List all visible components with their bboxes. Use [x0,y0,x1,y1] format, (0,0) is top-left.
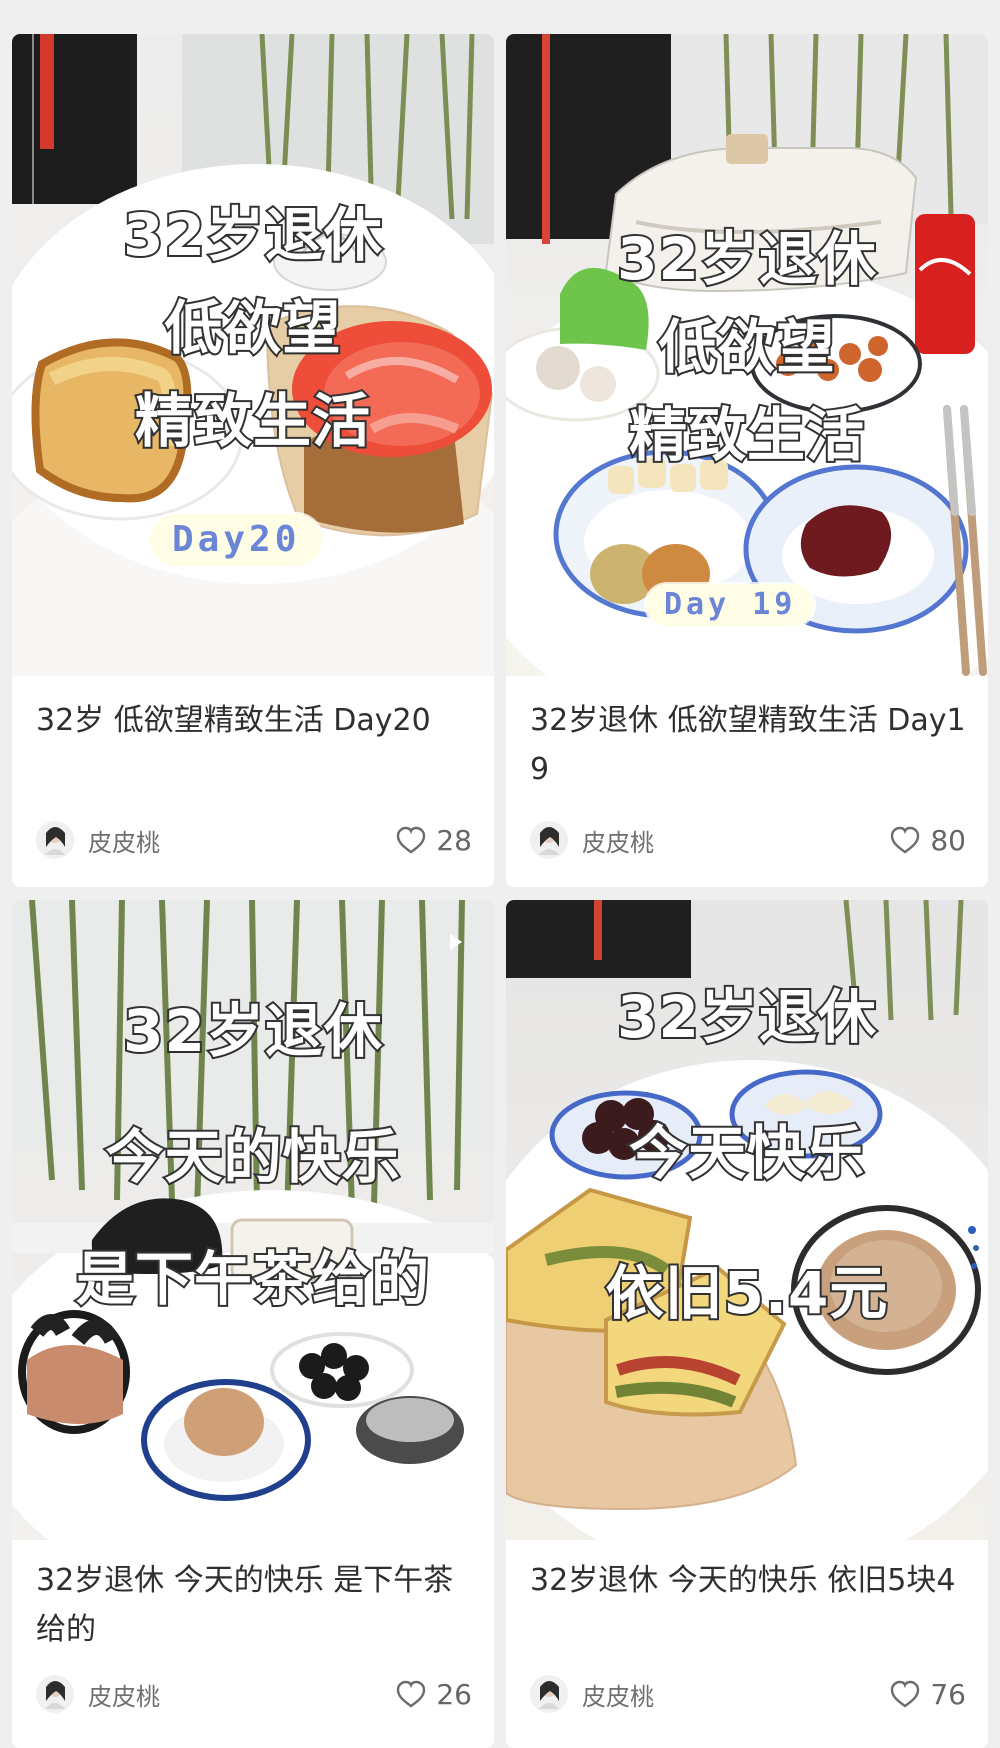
post-cover-image[interactable]: 32岁退休 今天的快乐 是下午茶给的 [12,900,494,1540]
overlay-line-2: 今天快乐 [627,1117,866,1189]
overlay-line-3: 精致生活 [133,385,372,457]
author-info[interactable]: 皮皮桃 [36,821,160,859]
author-name[interactable]: 皮皮桃 [88,1677,160,1712]
overlay-line-3: 精致生活 [627,399,866,471]
post-title[interactable]: 32岁退休 低欲望精致生活 Day19 [530,696,968,794]
post-cover-image[interactable]: 32岁退休 低欲望 精致生活 Day20 [12,34,494,676]
avatar[interactable] [530,1675,568,1713]
post-title[interactable]: 32岁退休 今天的快乐 依旧5块4 [530,1556,968,1605]
post-title[interactable]: 32岁退休 今天的快乐 是下午茶给的 [36,1556,474,1654]
heart-outline-icon [397,1680,426,1708]
post-cover-image[interactable]: 32岁退休 今天快乐 依旧5.4元 [506,900,988,1540]
overlay-line-2: 低欲望 [162,292,342,364]
author-name[interactable]: 皮皮桃 [582,823,654,858]
avatar[interactable] [530,821,568,859]
avatar-icon [36,1675,74,1713]
avatar-icon [530,821,568,859]
avatar[interactable] [36,1675,74,1713]
day-chip: Day20 [150,514,323,566]
post-meta: 皮皮桃 80 [530,818,966,862]
like-button[interactable]: 28 [396,824,472,857]
author-info[interactable]: 皮皮桃 [530,821,654,859]
avatar-icon [530,1675,568,1713]
post-title[interactable]: 32岁 低欲望精致生活 Day20 [36,696,474,745]
avatar-icon [36,821,74,859]
like-button[interactable]: 80 [890,824,966,857]
heart-outline-icon [891,1680,920,1708]
like-count: 28 [436,823,472,857]
post-meta: 皮皮桃 76 [530,1672,966,1716]
author-name[interactable]: 皮皮桃 [582,1677,654,1712]
author-info[interactable]: 皮皮桃 [36,1675,160,1713]
overlay-line-3: 依旧5.4元 [604,1257,890,1329]
avatar[interactable] [36,821,74,859]
like-button[interactable]: 76 [890,1678,966,1711]
overlay-line-3: 是下午茶给的 [74,1243,431,1315]
heart-outline-icon [397,826,426,854]
overlay-line-1: 32岁退休 [615,223,878,295]
like-button[interactable]: 26 [396,1678,472,1711]
post-grid: 32岁退休 低欲望 精致生活 Day20 32岁 低欲望精致生活 Day20 皮… [12,0,988,1748]
overlay-line-1: 32岁退休 [615,981,878,1053]
like-count: 76 [930,1677,966,1711]
post-card[interactable]: 32岁退休 今天的快乐 是下午茶给的 32岁退休 今天的快乐 是下午茶给的 皮皮… [12,900,494,1748]
feed-page: 32岁退休 低欲望 精致生活 Day20 32岁 低欲望精致生活 Day20 皮… [0,0,1000,1748]
post-card[interactable]: 32岁退休 今天快乐 依旧5.4元 32岁退休 今天的快乐 依旧5块4 皮皮桃 … [506,900,988,1748]
post-card[interactable]: 32岁退休 低欲望 精致生活 Day20 32岁 低欲望精致生活 Day20 皮… [12,34,494,887]
overlay-line-1: 32岁退休 [121,199,384,271]
overlay-line-2: 今天的快乐 [103,1121,401,1193]
play-icon [450,934,462,950]
author-info[interactable]: 皮皮桃 [530,1675,654,1713]
day-chip: Day 19 [646,584,815,626]
post-card[interactable]: 32岁退休 低欲望 精致生活 Day 19 32岁退休 低欲望精致生活 Day1… [506,34,988,887]
overlay-line-2: 低欲望 [656,311,836,383]
overlay-line-1: 32岁退休 [121,995,384,1067]
post-meta: 皮皮桃 26 [36,1672,472,1716]
like-count: 26 [436,1677,472,1711]
heart-outline-icon [891,826,920,854]
post-cover-image[interactable]: 32岁退休 低欲望 精致生活 Day 19 [506,34,988,676]
post-meta: 皮皮桃 28 [36,818,472,862]
like-count: 80 [930,823,966,857]
author-name[interactable]: 皮皮桃 [88,823,160,858]
